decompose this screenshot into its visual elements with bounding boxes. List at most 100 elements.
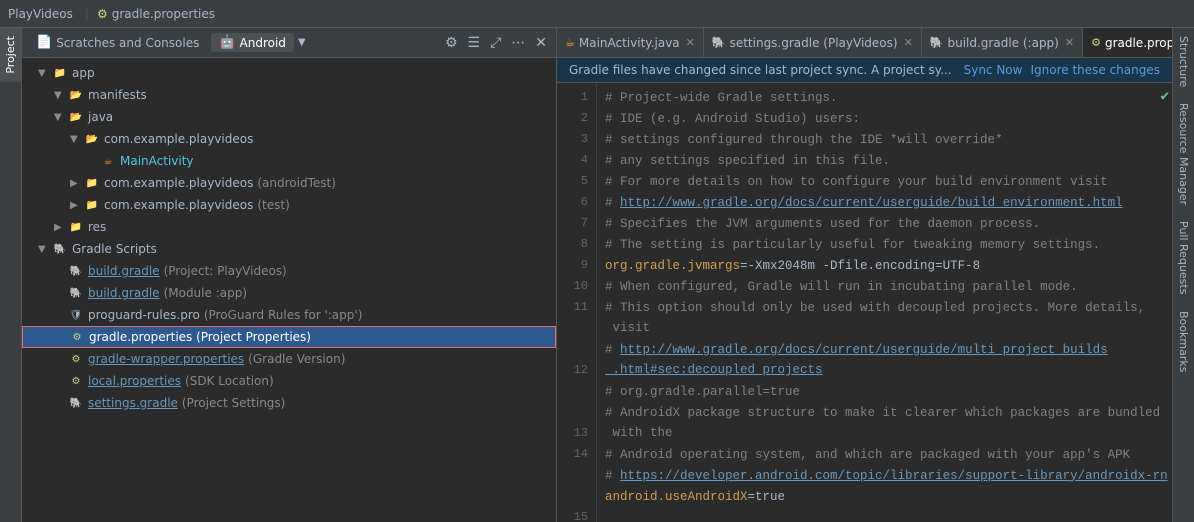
ignore-changes-link[interactable]: Ignore these changes (1030, 63, 1160, 77)
sidebar-tab-structure[interactable]: Structure (1173, 28, 1194, 95)
main-layout: Project 📄 Scratches and Consoles 🤖 Andro… (0, 28, 1194, 522)
code-line-4: # any settings specified in this file. (605, 150, 1164, 171)
file-tree: 📁 app 📂 manifests 📂 java 📂 com.example.p… (22, 58, 556, 522)
link-6[interactable]: http://www.gradle.org/docs/current/userg… (620, 193, 1123, 213)
code-line-17: android.useAndroidX=true (605, 486, 1164, 507)
close-mainactivity-tab[interactable]: ✕ (686, 36, 695, 49)
tree-item-app[interactable]: 📁 app (22, 62, 556, 84)
tree-item-build-gradle-module[interactable]: 🐘 build.gradle (Module :app) (22, 282, 556, 304)
settings-icon[interactable]: ⚙ (442, 33, 461, 53)
folder-icon-package: 📂 (84, 131, 100, 147)
scratches-icon: 📄 (36, 35, 52, 50)
code-line-3: # settings configured through the IDE *w… (605, 129, 1164, 150)
close-build-gradle-tab[interactable]: ✕ (1065, 36, 1074, 49)
notification-text: Gradle files have changed since last pro… (569, 63, 956, 77)
gradle-properties-tab-icon: ⚙ (1091, 36, 1101, 49)
code-line-1: # Project-wide Gradle settings. (605, 87, 1164, 108)
code-line-8: # The setting is particularly useful for… (605, 234, 1164, 255)
proguard-icon: 🛡 (68, 307, 84, 323)
code-line-16: # https://developer.android.com/topic/li… (605, 465, 1164, 486)
tree-item-settings-gradle[interactable]: 🐘 settings.gradle (Project Settings) (22, 392, 556, 414)
tree-item-androidtest[interactable]: 📁 com.example.playvideos (androidTest) (22, 172, 556, 194)
arrow-package (70, 134, 82, 145)
gradle-scripts-icon: 🐘 (52, 241, 68, 257)
project-panel: 📄 Scratches and Consoles 🤖 Android ▼ ⚙ ☰… (22, 28, 557, 522)
collapse-icon[interactable]: ☰ (465, 33, 484, 53)
java-icon-mainactivity: ☕ (100, 153, 116, 169)
code-line-15: # Android operating system, and which ar… (605, 444, 1164, 465)
sidebar-tab-pull-requests[interactable]: Pull Requests (1173, 213, 1194, 302)
code-line-9: org.gradle.jvmargs=-Xmx2048m -Dfile.enco… (605, 255, 1164, 276)
title-file: ⚙ gradle.properties (97, 7, 215, 21)
panel-toolbar: 📄 Scratches and Consoles 🤖 Android ▼ ⚙ ☰… (22, 28, 556, 58)
folder-icon-java: 📂 (68, 109, 84, 125)
tab-scratches[interactable]: 📄 Scratches and Consoles (28, 33, 207, 52)
gradle-wrapper-icon: ⚙ (68, 351, 84, 367)
properties-icon: ⚙ (97, 7, 108, 21)
more-icon[interactable]: ⋯ (508, 33, 528, 53)
tree-item-test[interactable]: 📁 com.example.playvideos (test) (22, 194, 556, 216)
code-line-14: # AndroidX package structure to make it … (605, 402, 1164, 444)
tree-item-java[interactable]: 📂 java (22, 106, 556, 128)
tree-item-local-properties[interactable]: ⚙ local.properties (SDK Location) (22, 370, 556, 392)
editor-tab-mainactivity[interactable]: ☕ MainActivity.java ✕ (557, 28, 704, 57)
code-line-5: # For more details on how to configure y… (605, 171, 1164, 192)
code-line-6: # http://www.gradle.org/docs/current/use… (605, 192, 1164, 213)
arrow-gradle-scripts (38, 244, 50, 255)
app-name: PlayVideos (8, 7, 73, 21)
folder-icon-androidtest: 📁 (84, 175, 100, 191)
tree-item-manifests[interactable]: 📂 manifests (22, 84, 556, 106)
code-line-12: # http://www.gradle.org/docs/current/use… (605, 339, 1164, 381)
folder-icon-res: 📁 (68, 219, 84, 235)
right-panel: ☕ MainActivity.java ✕ 🐘 settings.gradle … (557, 28, 1172, 522)
tab-android[interactable]: 🤖 Android (211, 33, 294, 52)
folder-icon-test: 📁 (84, 197, 100, 213)
tree-item-build-gradle-project[interactable]: 🐘 build.gradle (Project: PlayVideos) (22, 260, 556, 282)
folder-icon-manifests: 📂 (68, 87, 84, 103)
editor-tab-settings-gradle[interactable]: 🐘 settings.gradle (PlayVideos) ✕ (704, 28, 922, 57)
gradle-icon-project: 🐘 (68, 263, 84, 279)
folder-icon-app: 📁 (52, 65, 68, 81)
close-panel-icon[interactable]: ✕ (532, 33, 550, 53)
tree-item-proguard[interactable]: 🛡 proguard-rules.pro (ProGuard Rules for… (22, 304, 556, 326)
arrow-app (38, 68, 50, 79)
tree-item-res[interactable]: 📁 res (22, 216, 556, 238)
editor-tabs: ☕ MainActivity.java ✕ 🐘 settings.gradle … (557, 28, 1172, 58)
code-line-10: # When configured, Gradle will run in in… (605, 276, 1164, 297)
notification-bar: Gradle files have changed since last pro… (557, 58, 1172, 83)
arrow-test (70, 200, 82, 211)
build-gradle-tab-icon: 🐘 (930, 36, 944, 49)
sidebar-tab-resource-manager[interactable]: Resource Manager (1173, 95, 1194, 213)
editor-tab-build-gradle[interactable]: 🐘 build.gradle (:app) ✕ (922, 28, 1083, 57)
arrow-res (54, 222, 66, 233)
tree-item-gradle-properties[interactable]: ⚙ gradle.properties (Project Properties) (22, 326, 556, 348)
code-line-2: # IDE (e.g. Android Studio) users: (605, 108, 1164, 129)
expand-icon[interactable]: ⤢ (487, 33, 504, 53)
tree-item-package[interactable]: 📂 com.example.playvideos (22, 128, 556, 150)
left-side-tabs: Project (0, 28, 22, 522)
code-line-11: # This option should only be used with d… (605, 297, 1164, 339)
tree-item-mainactivity[interactable]: ☕ MainActivity (22, 150, 556, 172)
editor-tab-gradle-properties[interactable]: ⚙ gradle.properties ✕ (1083, 28, 1172, 57)
sidebar-tab-bookmarks[interactable]: Bookmarks (1173, 303, 1194, 380)
arrow-manifests (54, 90, 66, 101)
properties-icon-selected: ⚙ (69, 329, 85, 345)
code-editor: 1 2 3 4 5 6 7 8 9 10 11 12 13 14 15 16 1… (557, 83, 1172, 522)
link-12[interactable]: http://www.gradle.org/docs/current/userg… (620, 343, 1108, 357)
java-tab-icon: ☕ (565, 36, 575, 49)
link-12b[interactable]: .html#sec:decoupled_projects (605, 360, 823, 380)
right-side-tabs: Structure Resource Manager Pull Requests… (1172, 28, 1194, 522)
link-16[interactable]: https://developer.android.com/topic/libr… (620, 466, 1168, 486)
sync-now-link[interactable]: Sync Now (964, 63, 1023, 77)
close-settings-gradle-tab[interactable]: ✕ (904, 36, 913, 49)
settings-gradle-tab-icon: 🐘 (712, 36, 726, 49)
line-numbers: 1 2 3 4 5 6 7 8 9 10 11 12 13 14 15 16 1… (557, 83, 597, 522)
arrow-java (54, 112, 66, 123)
gradle-icon-settings: 🐘 (68, 395, 84, 411)
sidebar-tab-project[interactable]: Project (0, 28, 21, 82)
local-properties-icon: ⚙ (68, 373, 84, 389)
tree-item-gradle-scripts[interactable]: 🐘 Gradle Scripts (22, 238, 556, 260)
tree-item-gradle-wrapper[interactable]: ⚙ gradle-wrapper.properties (Gradle Vers… (22, 348, 556, 370)
panel-dropdown-arrow[interactable]: ▼ (298, 37, 306, 48)
code-line-13: # org.gradle.parallel=true (605, 381, 1164, 402)
